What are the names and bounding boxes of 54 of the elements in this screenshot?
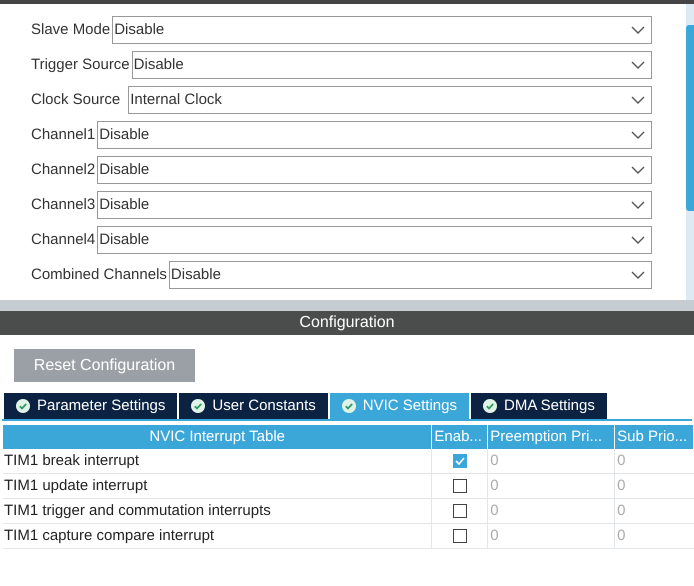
checkbox[interactable]	[452, 479, 467, 493]
column-header: Enab...	[432, 425, 488, 449]
field-label: Slave Mode	[31, 20, 110, 40]
table-cell-text: 0	[616, 526, 626, 546]
table-cell: TIM1 update interrupt	[3, 474, 432, 498]
check-circle-icon	[191, 399, 206, 413]
table-cell: TIM1 capture compare interrupt	[3, 524, 432, 548]
chevron-down-icon	[631, 236, 645, 244]
checkbox[interactable]	[452, 454, 467, 468]
table-cell: TIM1 trigger and commutation interrupts	[3, 499, 432, 523]
dropdown[interactable]: Internal Clock	[128, 86, 652, 114]
table-cell-text: 0	[616, 476, 626, 496]
field-label: Channel1	[31, 124, 96, 145]
checkbox[interactable]	[452, 529, 467, 543]
field-label: Channel3	[31, 194, 96, 215]
chevron-down-icon	[631, 61, 645, 69]
scrollbar[interactable]	[686, 4, 694, 300]
chevron-down-icon	[631, 201, 645, 209]
tab[interactable]: Parameter Settings	[4, 393, 178, 419]
table-cell: 0	[488, 499, 616, 523]
table-cell-text: 0	[616, 450, 626, 471]
check-circle-icon	[342, 399, 356, 413]
table-cell: TIM1 break interrupt	[3, 449, 432, 473]
dropdown[interactable]: Disable	[168, 261, 652, 289]
field-label: Trigger Source	[31, 54, 130, 75]
table-cell-text: 0	[616, 500, 626, 521]
dropdown[interactable]: Disable	[132, 51, 652, 79]
column-header: NVIC Interrupt Table	[3, 425, 432, 449]
dropdown[interactable]: Disable	[112, 16, 652, 44]
chevron-down-icon	[631, 166, 645, 174]
checkmark-icon	[454, 457, 465, 465]
tab[interactable]: User Constants	[179, 393, 328, 419]
dropdown[interactable]: Disable	[97, 226, 652, 254]
field-label: Channel2	[31, 160, 96, 180]
checkbox[interactable]	[452, 504, 467, 518]
table-cell: 0	[488, 524, 616, 548]
dropdown[interactable]: Disable	[97, 191, 652, 219]
check-circle-icon	[16, 399, 30, 413]
field-label: Channel4	[31, 230, 96, 250]
chevron-down-icon	[631, 96, 645, 104]
tab[interactable]: DMA Settings	[471, 393, 607, 419]
check-circle-icon	[483, 399, 497, 413]
column-header: Sub Prio...	[615, 425, 694, 449]
chevron-down-icon	[631, 271, 645, 279]
section-header: Configuration	[0, 311, 694, 335]
chevron-down-icon	[631, 131, 645, 139]
dropdown[interactable]: Disable	[97, 156, 652, 184]
table-cell: 0	[488, 449, 616, 473]
dropdown[interactable]: Disable	[97, 121, 652, 149]
column-header: Preemption Pri...	[488, 425, 616, 449]
field-label: Combined Channels	[31, 264, 167, 285]
chevron-down-icon	[631, 26, 645, 34]
field-label: Clock Source	[31, 90, 120, 110]
table-cell: 0	[488, 474, 616, 498]
